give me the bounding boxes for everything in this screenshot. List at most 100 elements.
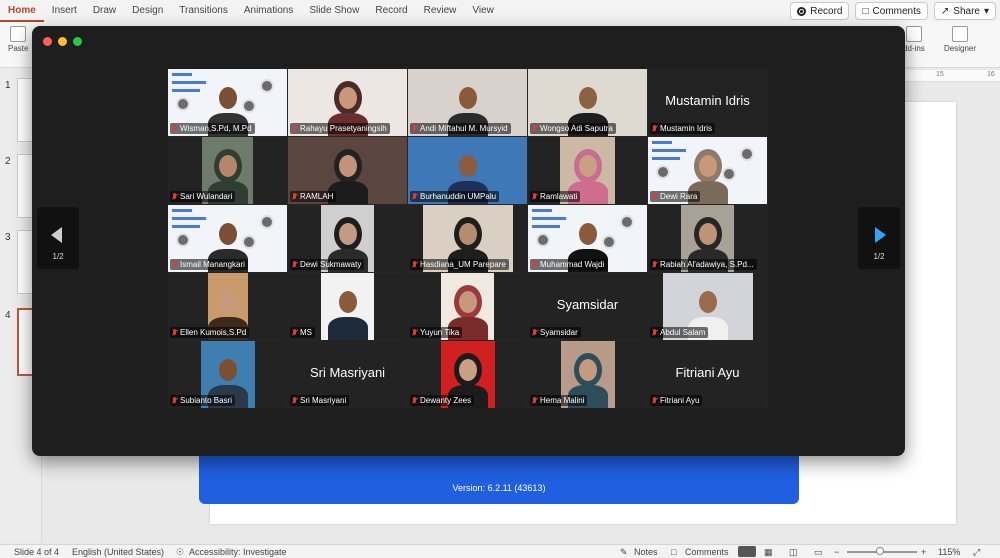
muted-microphone-icon bbox=[652, 192, 657, 201]
comments-button-label: Comments bbox=[872, 5, 921, 17]
close-window-button[interactable] bbox=[43, 37, 52, 46]
participant-tile[interactable]: Fitriani Ayu Fitriani Ayu bbox=[648, 341, 767, 408]
notes-icon: ✎ bbox=[620, 547, 628, 557]
accessibility-status[interactable]: Accessibility: Investigate bbox=[189, 547, 287, 557]
previous-page-button[interactable]: 1/2 bbox=[37, 207, 79, 269]
comments-status-button[interactable]: Comments bbox=[685, 547, 729, 557]
face-shape bbox=[218, 223, 237, 245]
minimize-window-button[interactable] bbox=[58, 37, 67, 46]
fit-to-window-icon[interactable]: ⤢ bbox=[973, 547, 980, 558]
paste-icon bbox=[10, 26, 27, 42]
poster-bar bbox=[532, 225, 560, 228]
muted-microphone-icon bbox=[292, 396, 297, 405]
zoom-meeting-window: 1/2 1/2 Wisman,S.Pd, M.Pd Rahayu Prasetya… bbox=[32, 26, 905, 456]
participant-tile[interactable]: Ellen Kumois,S.Pd bbox=[168, 273, 287, 340]
share-button[interactable]: ↗ Share ▾ bbox=[933, 2, 996, 20]
participant-label: Sari Wulandari bbox=[170, 191, 236, 202]
participant-label: Mustamin Idris bbox=[650, 123, 716, 134]
addins-label: dd-ins bbox=[903, 44, 925, 53]
record-button[interactable]: Record bbox=[790, 2, 850, 20]
poster-photo-circle bbox=[602, 235, 616, 249]
slide-count: Slide 4 of 4 bbox=[14, 547, 60, 557]
participant-tile[interactable]: Rahayu Prasetyaningsih bbox=[288, 69, 407, 136]
participant-name: Hema Malini bbox=[540, 396, 585, 405]
participant-label: Sri Masriyani bbox=[290, 395, 350, 406]
addins-button[interactable]: dd-ins bbox=[903, 26, 925, 53]
maximize-window-button[interactable] bbox=[73, 37, 82, 46]
participant-label: Abdul Salam bbox=[650, 327, 709, 338]
muted-microphone-icon bbox=[292, 192, 297, 201]
notes-button[interactable]: Notes bbox=[634, 547, 658, 557]
zoom-slider-handle[interactable] bbox=[876, 547, 884, 555]
normal-view-button[interactable] bbox=[738, 546, 756, 557]
tab-design[interactable]: Design bbox=[124, 0, 171, 22]
muted-microphone-icon bbox=[532, 192, 537, 201]
participant-label: Hasdiana_UM Parepare bbox=[410, 259, 509, 270]
participant-tile[interactable]: Rabiah Al'adawiya, S.Pd... bbox=[648, 205, 767, 272]
participant-tile[interactable]: Burhanuddin UMPalu bbox=[408, 137, 527, 204]
participant-label: Rabiah Al'adawiya, S.Pd... bbox=[650, 259, 757, 270]
thumb-number: 2 bbox=[5, 156, 11, 167]
poster-photo-circle bbox=[176, 97, 190, 111]
tab-animations[interactable]: Animations bbox=[236, 0, 301, 22]
participant-tile[interactable]: Dewi Sukmawaty bbox=[288, 205, 407, 272]
reading-view-icon[interactable]: ◫ bbox=[789, 547, 798, 558]
muted-microphone-icon bbox=[412, 192, 417, 201]
participant-name: Muhammad Wajdi bbox=[540, 260, 605, 269]
face-shape bbox=[578, 87, 597, 109]
muted-microphone-icon bbox=[532, 260, 537, 269]
tab-draw[interactable]: Draw bbox=[85, 0, 124, 22]
participant-tile[interactable]: Andi Miftahul M. Mursyid bbox=[408, 69, 527, 136]
tab-record[interactable]: Record bbox=[367, 0, 415, 22]
face-shape bbox=[218, 155, 237, 177]
participant-name: MS bbox=[300, 328, 312, 337]
thumb-number: 4 bbox=[5, 310, 11, 321]
participant-tile[interactable]: Subianto Basri bbox=[168, 341, 287, 408]
participant-tile[interactable]: Dewi Rara bbox=[648, 137, 767, 204]
participant-tile[interactable]: Wisman,S.Pd, M.Pd bbox=[168, 69, 287, 136]
participant-label: Burhanuddin UMPalu bbox=[410, 191, 500, 202]
participant-tile[interactable]: Ismail Manangkari bbox=[168, 205, 287, 272]
participant-label: Wisman,S.Pd, M.Pd bbox=[170, 123, 255, 134]
next-page-button[interactable]: 1/2 bbox=[858, 207, 900, 269]
participant-tile[interactable]: Yuyun Tika bbox=[408, 273, 527, 340]
participant-tile[interactable]: Syamsidar Syamsidar bbox=[528, 273, 647, 340]
tab-transitions[interactable]: Transitions bbox=[171, 0, 236, 22]
zoom-out-button[interactable]: − bbox=[834, 547, 839, 557]
language-indicator[interactable]: English (United States) bbox=[72, 547, 164, 557]
participant-tile[interactable]: Dewanty Zees bbox=[408, 341, 527, 408]
tab-home[interactable]: Home bbox=[0, 0, 44, 22]
muted-microphone-icon bbox=[412, 396, 417, 405]
slideshow-icon[interactable]: ▭ bbox=[814, 547, 823, 558]
participant-tile[interactable]: Hasdiana_UM Parepare bbox=[408, 205, 527, 272]
participant-label: Subianto Basri bbox=[170, 395, 236, 406]
tab-view[interactable]: View bbox=[464, 0, 502, 22]
face-shape bbox=[338, 155, 357, 177]
participant-tile[interactable]: Sari Wulandari bbox=[168, 137, 287, 204]
participant-label: RAMLAH bbox=[290, 191, 337, 202]
tab-slide-show[interactable]: Slide Show bbox=[301, 0, 367, 22]
chevron-down-icon: ▾ bbox=[983, 5, 989, 17]
face-shape bbox=[698, 223, 717, 245]
slide-sorter-icon[interactable]: ▦ bbox=[764, 547, 773, 558]
page-indicator-left: 1/2 bbox=[52, 252, 64, 261]
tab-review[interactable]: Review bbox=[416, 0, 465, 22]
face-shape bbox=[578, 223, 597, 245]
zoom-level[interactable]: 115% bbox=[938, 547, 960, 557]
participant-tile[interactable]: RAMLAH bbox=[288, 137, 407, 204]
paste-button[interactable]: Paste bbox=[8, 26, 28, 53]
face-shape bbox=[338, 87, 357, 109]
participant-tile[interactable]: Abdul Salam bbox=[648, 273, 767, 340]
participant-tile[interactable]: Ramlawati bbox=[528, 137, 647, 204]
participant-tile[interactable]: Muhammad Wajdi bbox=[528, 205, 647, 272]
comments-button[interactable]: □ Comments bbox=[855, 2, 928, 20]
participant-tile[interactable]: Mustamin Idris Mustamin Idris bbox=[648, 69, 767, 136]
participant-tile[interactable]: Hema Malini bbox=[528, 341, 647, 408]
muted-microphone-icon bbox=[172, 396, 177, 405]
tab-insert[interactable]: Insert bbox=[44, 0, 85, 22]
zoom-in-button[interactable]: + bbox=[921, 547, 926, 557]
participant-tile[interactable]: MS bbox=[288, 273, 407, 340]
designer-button[interactable]: Designer bbox=[944, 26, 976, 53]
participant-tile[interactable]: Sri Masriyani Sri Masriyani bbox=[288, 341, 407, 408]
participant-tile[interactable]: Wongso Adi Saputra bbox=[528, 69, 647, 136]
